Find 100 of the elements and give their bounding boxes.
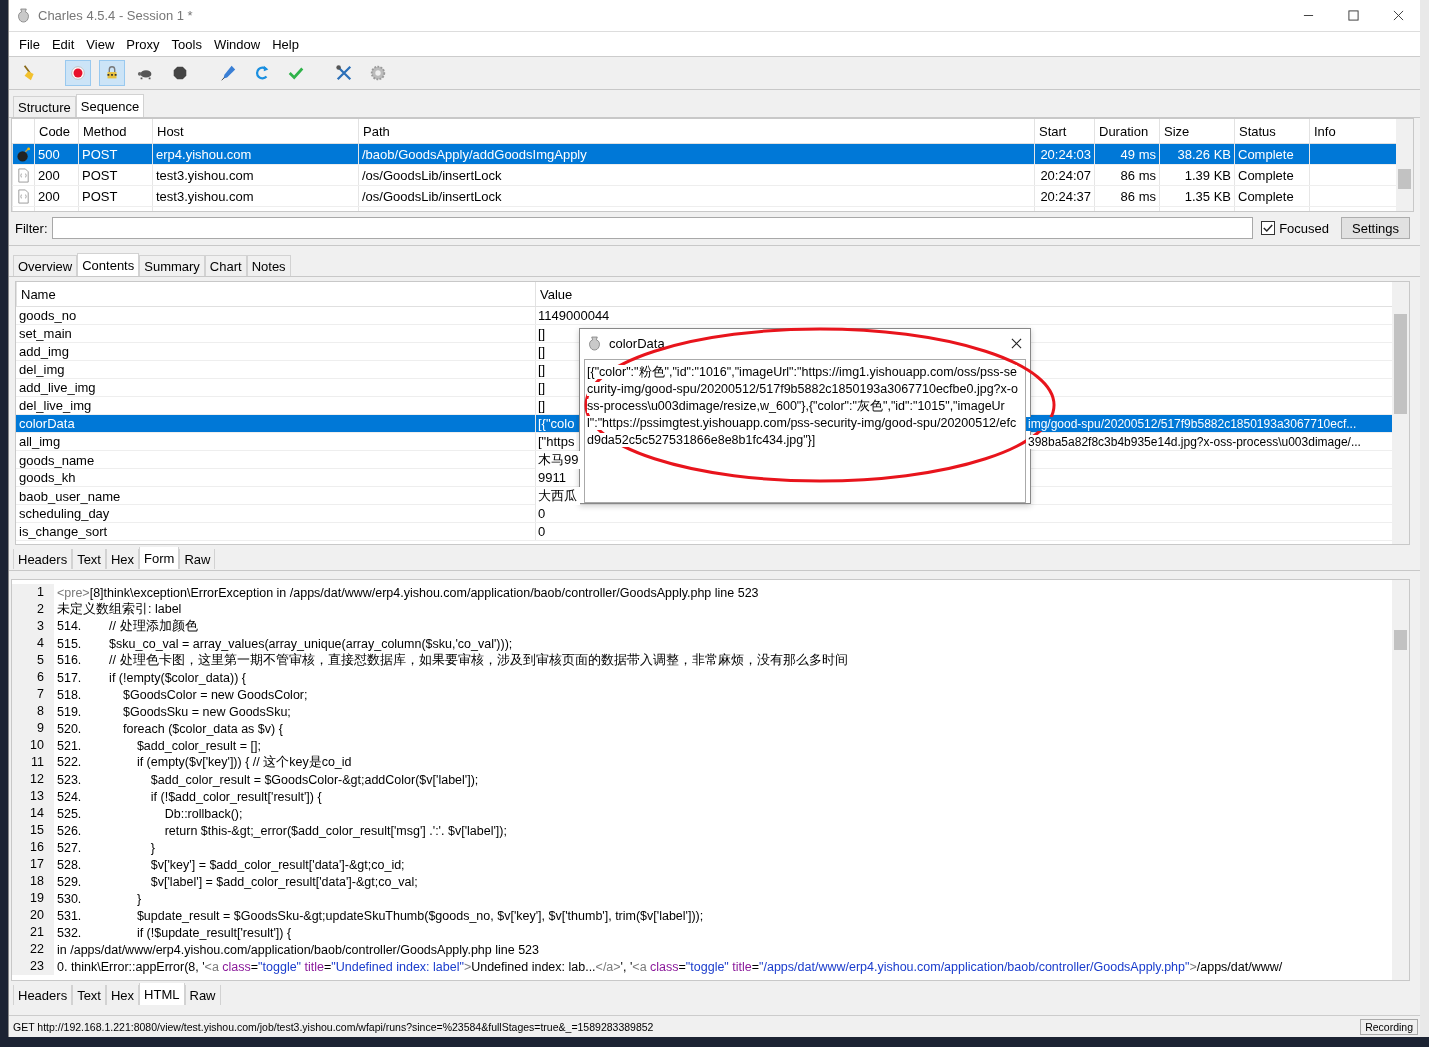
line-number: 19 xyxy=(12,890,54,907)
line-number: 13 xyxy=(12,788,54,805)
request-tab[interactable]: Form xyxy=(139,547,180,569)
toolbar-button[interactable] xyxy=(65,60,91,86)
response-tab[interactable]: HTML xyxy=(139,983,185,1005)
line-number: 17 xyxy=(12,856,54,873)
line-number: 20 xyxy=(12,907,54,924)
column-header[interactable]: Duration xyxy=(1094,119,1159,143)
filter-field[interactable] xyxy=(51,217,1254,239)
view-tab[interactable]: Structure xyxy=(13,96,76,117)
view-tab[interactable]: Sequence xyxy=(75,94,145,117)
column-header[interactable]: Code xyxy=(34,119,78,143)
table-cell: Complete xyxy=(1234,165,1309,185)
field-value: 木马99 xyxy=(536,451,582,469)
column-header[interactable]: Status xyxy=(1234,119,1309,143)
column-header[interactable]: Start xyxy=(1034,119,1094,143)
code-line: 519. $GoodsSku = new GoodsSku; xyxy=(56,704,291,719)
form-row[interactable]: is_change_sort 0 xyxy=(16,523,1392,541)
field-value: ["https xyxy=(536,434,576,449)
code-line: 527. } xyxy=(56,840,155,855)
detail-tab[interactable]: Chart xyxy=(204,255,247,276)
field-value: [{"colo xyxy=(536,416,576,431)
code-line: 531. $update_result = $GoodsSku-&gt;updateSkuThumb($goods_no, $v['key'], $v['thumb'], trim($v['label'])); xyxy=(56,908,704,923)
request-tab[interactable]: Hex xyxy=(106,549,140,569)
table-cell: 200 xyxy=(34,186,78,206)
code-line: in /apps/dat/www/erp4.yishou.com/application/baob/controller/GoodsApply.php line 523 xyxy=(56,942,539,957)
window-title: Charles 4.5.4 - Session 1 * xyxy=(38,8,193,23)
code-line: 515. $sku_co_val = array_values(array_unique(array_column($sku,'co_val'))); xyxy=(56,636,513,651)
response-tab[interactable]: Text xyxy=(72,985,106,1005)
line-number: 16 xyxy=(12,839,54,856)
column-header[interactable]: Host xyxy=(152,119,358,143)
settings-button[interactable]: Settings xyxy=(1341,217,1410,239)
field-name: set_main xyxy=(18,325,73,342)
code-line: 526. return $this-&gt;_error($add_color_result['msg'] .':'. $v['label']); xyxy=(56,823,507,838)
close-icon[interactable] xyxy=(1393,10,1404,21)
field-name: del_img xyxy=(18,361,66,378)
request-row[interactable]: 500 POST erp4.yishou.com /baob/GoodsApply/addGoodsImgApply 20:24:03 49 ms 38.26 KB Complete xyxy=(12,144,1396,165)
request-row[interactable]: 200 POST test3.yishou.com /os/GoodsLib/insertLock 20:24:37 86 ms 1.35 KB Complete xyxy=(12,186,1396,207)
line-number: 11 xyxy=(12,754,54,771)
form-row[interactable]: scheduling_day 0 xyxy=(16,505,1392,523)
request-tab[interactable]: Text xyxy=(72,549,106,569)
menu-item[interactable]: Window xyxy=(207,36,267,52)
request-row[interactable]: 200 POST test3.yishou.com /os/GoodsLib/insertLock 20:24:07 86 ms 1.39 KB Complete xyxy=(12,165,1396,186)
maximize-icon[interactable] xyxy=(1348,10,1359,21)
field-name: goods_name xyxy=(18,451,96,469)
code-line: 514. // 处理添加颜色 xyxy=(56,618,198,635)
menu-item[interactable]: Proxy xyxy=(120,36,166,52)
recording-indicator: Recording xyxy=(1360,1018,1418,1035)
line-number: 23 xyxy=(12,958,54,975)
table-cell: 1.39 KB xyxy=(1159,165,1234,185)
table-cell: test3.yishou.com xyxy=(152,186,358,206)
line-number: 9 xyxy=(12,720,54,737)
menu-item[interactable]: Edit xyxy=(45,36,81,52)
focused-label[interactable]: Focused xyxy=(1279,220,1329,236)
column-header[interactable]: Name xyxy=(16,282,535,306)
bomb-icon xyxy=(16,146,31,162)
tools-icon xyxy=(335,64,353,82)
line-number: 7 xyxy=(12,686,54,703)
detail-tab[interactable]: Notes xyxy=(246,255,291,276)
menu-item[interactable]: File xyxy=(13,36,46,52)
menu-item[interactable]: Tools xyxy=(165,36,208,52)
request-tab[interactable]: Raw xyxy=(179,549,216,569)
column-header[interactable]: Size xyxy=(1159,119,1234,143)
detail-tab[interactable]: Overview xyxy=(13,255,78,276)
scrollbar[interactable] xyxy=(1392,580,1409,980)
form-row[interactable]: goods_no 1149000044 xyxy=(16,307,1392,325)
detail-tab[interactable]: Summary xyxy=(139,255,205,276)
line-number: 22 xyxy=(12,941,54,958)
line-number: 18 xyxy=(12,873,54,890)
focused-checkbox[interactable] xyxy=(1261,221,1276,235)
menu-item[interactable]: Help xyxy=(266,36,305,52)
table-cell: 500 xyxy=(34,144,78,164)
code-line: 525. Db::rollback(); xyxy=(56,806,243,821)
response-tab[interactable]: Headers xyxy=(13,985,73,1005)
document-icon xyxy=(16,188,31,204)
table-cell: 49 ms xyxy=(1094,144,1159,164)
menu-item[interactable]: View xyxy=(80,36,121,52)
value-text-area[interactable]: [{"color":"粉色","id":"1016","imageUrl":"https://img1.yishouapp.com/oss/pss-security-img/good-spu/20200512/517f9b5882c1850193a3067710ecfbe0.jpg?x-oss-process\u003dimage/resize,w_600"},{"color":"灰色","id":"1015","imageUrl":"https://pssimgtest.yishouapp.com/pss-security-img/good-spu/20200512/efcd9da52c5c527531866e8e8b1fc434.jpg"}] xyxy=(584,359,1026,503)
response-tab[interactable]: Hex xyxy=(106,985,140,1005)
scrollbar[interactable] xyxy=(1392,282,1409,544)
field-value: 9911 xyxy=(536,470,569,485)
code-line: 532. if (!$update_result['result']) { xyxy=(56,925,292,940)
scrollbar[interactable] xyxy=(1396,119,1413,211)
gear-icon xyxy=(369,64,387,82)
field-name: goods_no xyxy=(18,307,78,324)
line-number: 5 xyxy=(12,652,54,669)
line-number: 6 xyxy=(12,669,54,686)
field-name: all_img xyxy=(18,433,62,450)
response-tab[interactable]: Raw xyxy=(184,985,221,1005)
field-name: scheduling_day xyxy=(18,505,111,522)
column-header[interactable]: Path xyxy=(358,119,1034,143)
app-icon xyxy=(588,335,601,351)
line-number: 15 xyxy=(12,822,54,839)
column-header[interactable]: Method xyxy=(78,119,152,143)
request-tab[interactable]: Headers xyxy=(13,549,73,569)
code-line: 528. $v['key'] = $add_color_result['data']-&gt;co_id; xyxy=(56,857,405,872)
pen-icon xyxy=(219,64,237,82)
close-icon[interactable] xyxy=(1011,337,1022,349)
detail-tab[interactable]: Contents xyxy=(77,253,140,276)
line-number: 8 xyxy=(12,703,54,720)
